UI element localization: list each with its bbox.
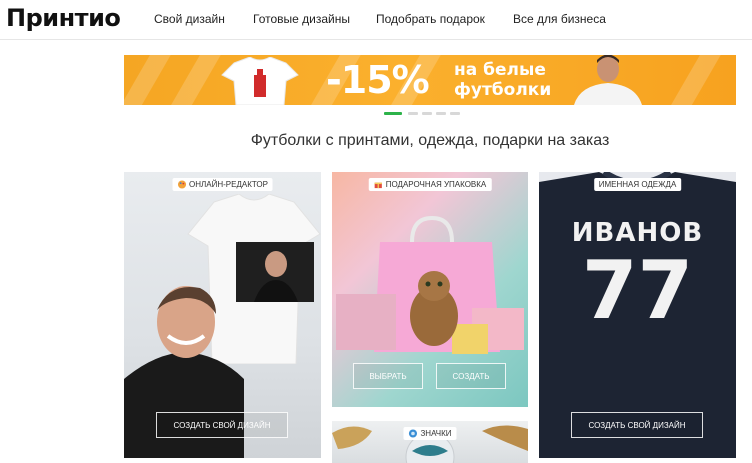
banner-discount: -15%	[326, 58, 430, 102]
logo[interactable]: Принтио	[6, 4, 121, 32]
badge-label: Онлайн-редактор	[189, 180, 268, 189]
nav-item-business[interactable]: Все для бизнеса	[513, 12, 606, 26]
page-title: Футболки с принтами, одежда, подарки на …	[250, 132, 610, 149]
banner-caption: на белые футболки	[454, 60, 551, 100]
choose-button[interactable]: Выбрать	[353, 363, 423, 389]
banner-model-image	[574, 55, 642, 105]
gift-bag-cat-image	[336, 215, 524, 354]
create-button[interactable]: Создать	[436, 363, 506, 389]
slide-dot-3[interactable]	[422, 112, 432, 115]
badge-label: Подарочная упаковка	[385, 180, 487, 189]
card-pins[interactable]: Значки	[332, 421, 528, 463]
palette-icon	[177, 180, 186, 189]
banner-line-1: на белые	[454, 60, 546, 80]
slide-dot-5[interactable]	[450, 112, 460, 115]
slide-dot-4[interactable]	[436, 112, 446, 115]
card-badge-named-clothing: Именная одежда	[593, 178, 682, 191]
slide-dot-2[interactable]	[408, 112, 418, 115]
badge-label: Значки	[420, 429, 452, 438]
badge-label: Именная одежда	[598, 180, 677, 189]
white-tshirt-image	[221, 57, 299, 105]
create-design-button[interactable]: Создать свой дизайн	[156, 412, 288, 438]
card-badge-pins: Значки	[403, 427, 457, 440]
card-badge-gift-packaging: Подарочная упаковка	[368, 178, 492, 191]
promo-banner[interactable]: -15% на белые футболки	[124, 55, 736, 105]
gift-icon	[374, 180, 383, 189]
banner-line-2: футболки	[454, 80, 552, 100]
site-header: Принтио Свой дизайн Готовые дизайны Подо…	[0, 0, 752, 40]
card-online-editor[interactable]: Онлайн-редактор Создать свой дизайн	[124, 172, 321, 458]
slide-dot-1[interactable]	[384, 112, 402, 115]
card-named-clothing[interactable]: ИВАНОВ 77 Именная одежда Создать свой ди…	[539, 172, 736, 458]
jersey-number: 77	[581, 244, 694, 337]
badge-pin-icon	[408, 429, 418, 438]
nav-item-own-design[interactable]: Свой дизайн	[154, 12, 225, 26]
nav-item-ready-designs[interactable]: Готовые дизайны	[253, 12, 350, 26]
card-gift-packaging[interactable]: Подарочная упаковка Выбрать Создать	[332, 172, 528, 407]
nav-item-gift-finder[interactable]: Подобрать подарок	[376, 12, 485, 26]
card-badge-online-editor: Онлайн-редактор	[172, 178, 273, 191]
create-design-button[interactable]: Создать свой дизайн	[571, 412, 703, 438]
